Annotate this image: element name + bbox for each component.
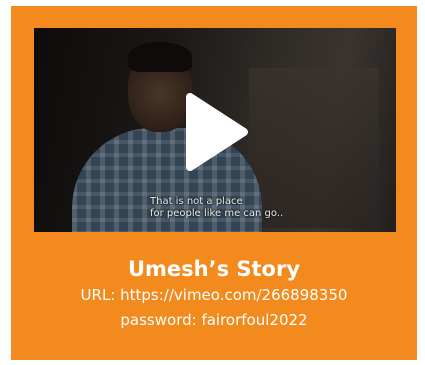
video-card: That is not a place for people like me c… [11, 6, 417, 360]
play-button[interactable] [182, 93, 248, 171]
speaker-hair [128, 42, 192, 72]
story-title: Umesh’s Story [127, 257, 301, 281]
password-text: password: fairorfoul2022 [120, 311, 308, 329]
video-thumbnail[interactable]: That is not a place for people like me c… [34, 28, 396, 232]
url-text: URL: https://vimeo.com/266898350 [80, 286, 348, 304]
play-icon [186, 93, 248, 171]
video-subtitle: That is not a place for people like me c… [150, 196, 284, 219]
